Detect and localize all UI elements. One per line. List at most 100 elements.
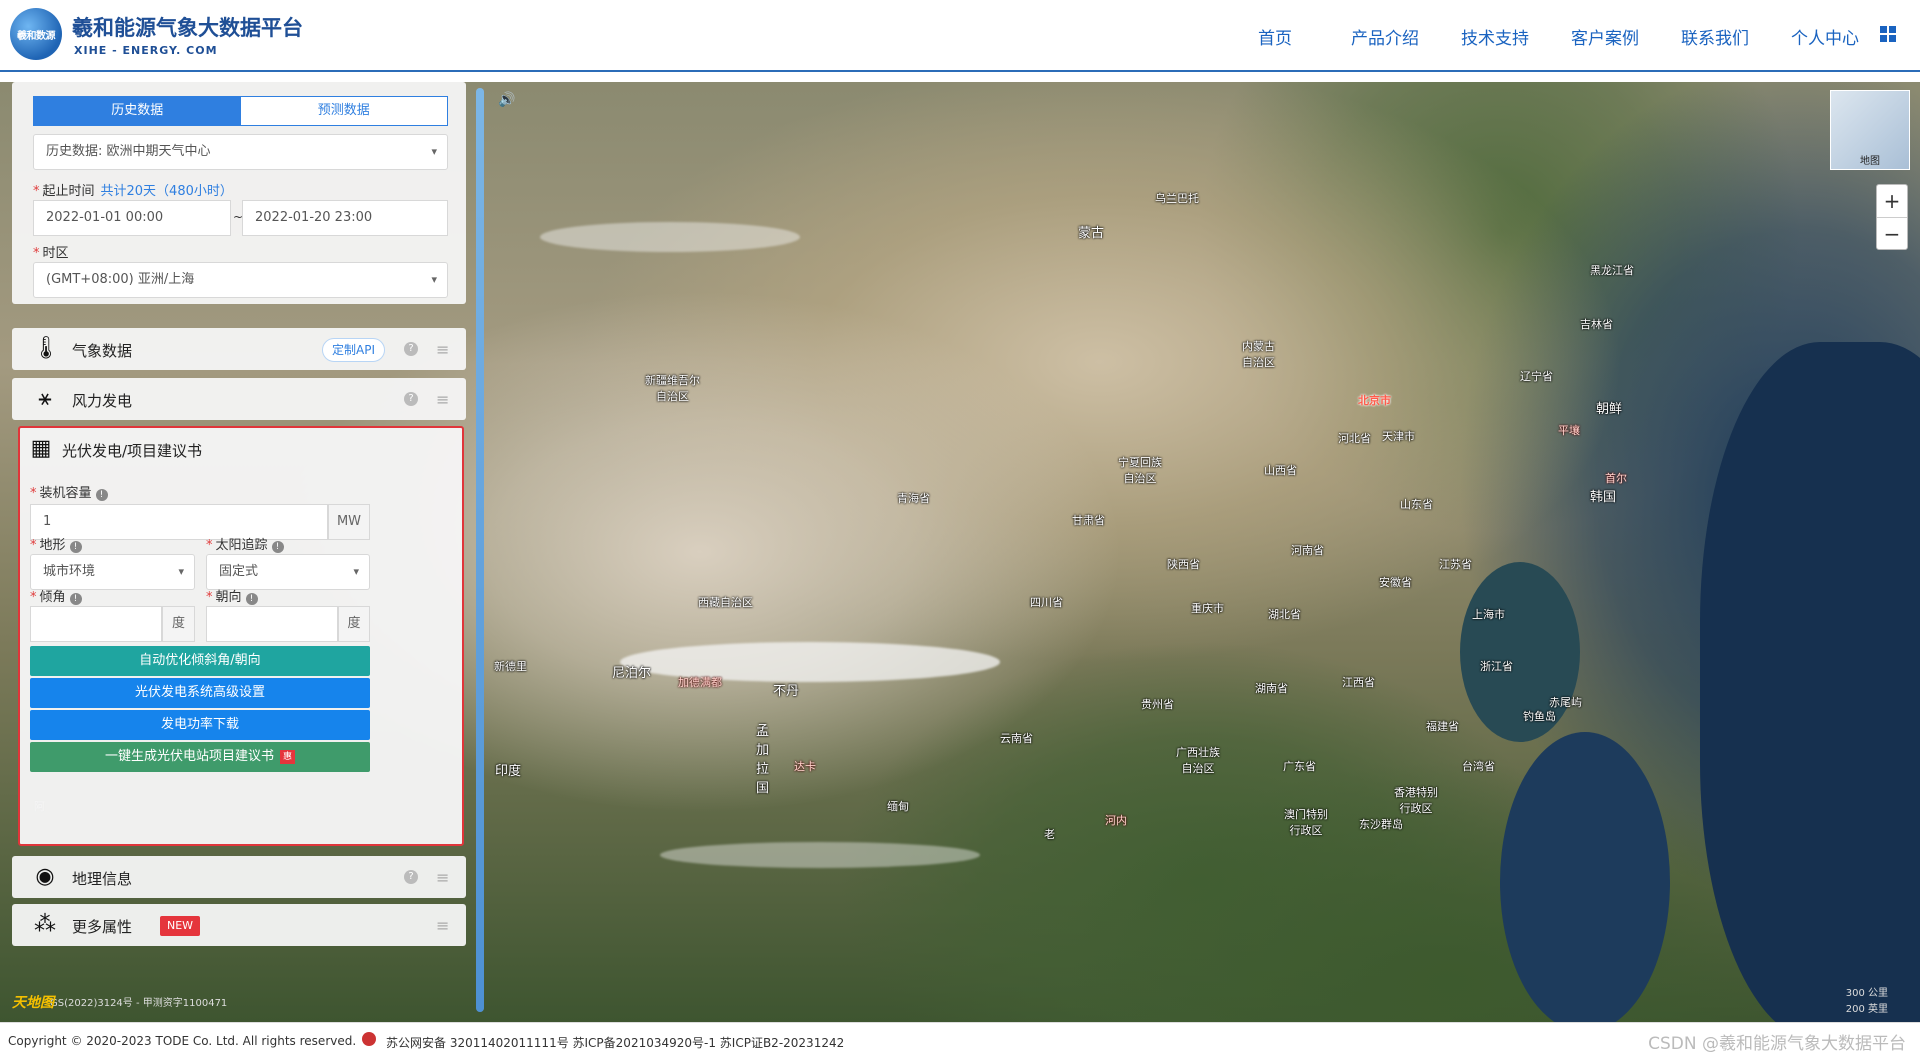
nav-cases[interactable]: 客户案例 — [1550, 24, 1660, 49]
terrain-select[interactable]: 城市环境 — [30, 554, 195, 590]
map-place-label: 辽宁省 — [1520, 370, 1553, 383]
map-place-label: 加德满都 — [678, 676, 722, 689]
globe-icon: ◉ — [35, 864, 55, 889]
terrain-label: * 地形! — [30, 534, 82, 553]
map-place-label: 山东省 — [1400, 498, 1433, 511]
help-icon[interactable]: ? — [404, 870, 418, 884]
map-place-label: 澳门特别 行政区 — [1284, 808, 1328, 837]
panel-scrollbar[interactable] — [476, 88, 484, 1012]
site-subtitle: XIHE - ENERGY. COM — [74, 44, 218, 57]
minimap[interactable]: 地图 — [1830, 90, 1910, 170]
map-place-label: 不丹 — [773, 684, 800, 699]
map-place-label: 孟 加 拉 国 — [756, 724, 770, 796]
timezone-select[interactable]: (GMT+08:00) 亚洲/上海 — [33, 262, 448, 298]
zoom-out-button[interactable]: − — [1877, 217, 1907, 249]
nav-products[interactable]: 产品介绍 — [1330, 24, 1440, 49]
tilt-input[interactable] — [30, 606, 162, 642]
map-place-label: 宁夏回族 自治区 — [1118, 456, 1162, 485]
map-place-label: 缅甸 — [887, 800, 909, 813]
footer-copyright: Copyright © 2020-2023 TODE Co. Ltd. All … — [8, 1034, 357, 1048]
zoom-in-button[interactable]: + — [1877, 185, 1907, 217]
new-badge: NEW — [160, 916, 201, 936]
menu-icon[interactable]: ≡ — [436, 916, 449, 935]
section-title: 气象数据 — [72, 342, 133, 360]
source-select[interactable]: 历史数据: 欧洲中期天气中心 — [33, 134, 448, 170]
wind-turbine-icon: ⚹ — [38, 386, 52, 411]
power-download-button[interactable]: 发电功率下载 — [30, 710, 370, 740]
nav-user-center[interactable]: 个人中心 — [1770, 24, 1880, 49]
map-place-label: 山西省 — [1264, 464, 1297, 477]
map-place-label: 印度 — [495, 764, 522, 779]
pv-section-card: ▦ 光伏发电/项目建议书 *装机容量! 1 MW *地形! 城市环境 *太阳追踪… — [18, 426, 464, 846]
tianditu-logo: 天地图 — [12, 995, 54, 1011]
top-header: 羲和数源 羲和能源气象大数据平台 XIHE - ENERGY. COM 首页 产… — [0, 0, 1920, 72]
generate-report-label: 一键生成光伏电站项目建议书 — [104, 749, 274, 764]
pv-section-header[interactable]: ▦ 光伏发电/项目建议书 — [20, 428, 462, 462]
map-place-label: 东沙群岛 — [1359, 818, 1403, 831]
volume-icon[interactable]: 🔊 — [498, 92, 515, 108]
csdn-watermark: CSDN @羲和能源气象大数据平台 — [1648, 1034, 1906, 1054]
map-place-label: 钓鱼岛 — [1523, 710, 1556, 723]
map-copyright: GS(2022)3124号 - 甲测资字1100471 — [50, 998, 228, 1009]
menu-icon[interactable]: ≡ — [436, 340, 449, 359]
start-date-input[interactable]: 2022-01-01 00:00 — [33, 200, 231, 236]
map-place-label: 上海市 — [1472, 608, 1505, 621]
tilt-label: * 倾角! — [30, 586, 82, 605]
map-place-label: 吉林省 — [1580, 318, 1613, 331]
section-more[interactable]: ⁂ 更多属性 NEW ≡ — [12, 904, 466, 946]
map-place-label: 湖南省 — [1255, 682, 1288, 695]
map-place-label: 老 — [1044, 828, 1055, 841]
auto-optimize-button[interactable]: 自动优化倾斜角/朝向 — [30, 646, 370, 676]
map-place-label: 陕西省 — [1167, 558, 1200, 571]
custom-api-button[interactable]: 定制API — [322, 338, 385, 362]
nav-contact[interactable]: 联系我们 — [1660, 24, 1770, 49]
map-place-label: 首尔 — [1605, 472, 1627, 485]
tracking-select[interactable]: 固定式 — [206, 554, 370, 590]
map-place-label: 云南省 — [1000, 732, 1033, 745]
map-place-label: 台湾省 — [1462, 760, 1495, 773]
map-place-label: 广西壮族 自治区 — [1176, 746, 1220, 775]
azimuth-input[interactable] — [206, 606, 338, 642]
scale-mi: 200 英里 — [1845, 1004, 1888, 1015]
discount-badge: 惠 — [280, 750, 296, 764]
tab-history[interactable]: 历史数据 — [34, 97, 241, 125]
map-place-label: 尼泊尔 — [612, 666, 652, 681]
generate-report-button[interactable]: 一键生成光伏电站项目建议书惠 — [30, 742, 370, 772]
map-place-label: 四川省 — [1030, 596, 1063, 609]
map-place-label: 重庆市 — [1191, 602, 1224, 615]
map-place-label: 湖北省 — [1268, 608, 1301, 621]
section-wind[interactable]: ⚹ 风力发电 ? ≡ — [12, 378, 466, 420]
azimuth-label: * 朝向! — [206, 586, 258, 605]
help-icon[interactable]: ? — [404, 342, 418, 356]
logo-icon[interactable]: 羲和数源 — [10, 8, 62, 60]
advanced-settings-button[interactable]: 光伏发电系统高级设置 — [30, 678, 370, 708]
site-title[interactable]: 羲和能源气象大数据平台 — [72, 12, 303, 42]
tab-forecast[interactable]: 预测数据 — [240, 97, 447, 125]
timezone-label: * 时区 — [33, 246, 69, 261]
map-place-label: 广东省 — [1283, 760, 1316, 773]
apps-grid-icon[interactable] — [1880, 26, 1896, 42]
thermometer-icon: 🌡 — [32, 336, 60, 361]
azimuth-unit: 度 — [338, 606, 370, 642]
footer-icp[interactable]: 苏公网安备 32011402011111号 苏ICP备2021034920号-1… — [386, 1034, 844, 1051]
scale-km: 300 公里 — [1845, 988, 1888, 999]
nav-support[interactable]: 技术支持 — [1440, 24, 1550, 49]
map-place-label: 河北省 — [1338, 432, 1371, 445]
footer: Copyright © 2020-2023 TODE Co. Ltd. All … — [0, 1022, 1920, 1057]
nav-home[interactable]: 首页 — [1220, 24, 1330, 49]
east-sea — [1500, 732, 1670, 1022]
menu-icon[interactable]: ≡ — [436, 390, 449, 409]
map-place-label: 北京市 — [1358, 394, 1391, 407]
map-place-label: 浙江省 — [1480, 660, 1513, 673]
help-icon[interactable]: ? — [404, 392, 418, 406]
capacity-label: * 装机容量! — [30, 482, 108, 501]
map-place-label: 安徽省 — [1379, 576, 1412, 589]
map-place-label: 新疆维吾尔 自治区 — [645, 374, 700, 403]
section-weather[interactable]: 🌡 气象数据 定制API ? ≡ — [12, 328, 466, 370]
capacity-unit: MW — [328, 504, 370, 540]
map-place-label: 达卡 — [794, 760, 816, 773]
menu-icon[interactable]: ≡ — [436, 868, 449, 887]
section-geo[interactable]: ◉ 地理信息 ? ≡ — [12, 856, 466, 898]
end-date-input[interactable]: 2022-01-20 23:00 — [242, 200, 448, 236]
minimap-label: 地图 — [1860, 156, 1880, 167]
